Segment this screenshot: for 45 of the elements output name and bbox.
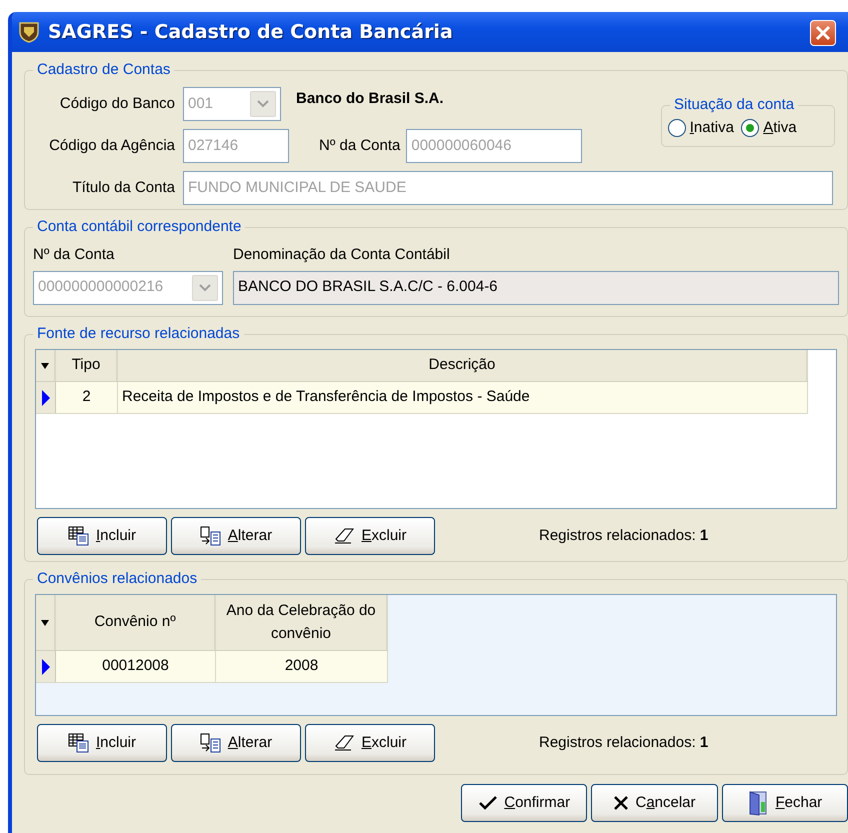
field-label: Nº da Conta bbox=[33, 245, 116, 265]
table-cell: Receita de Impostos e de Transferência de Impostos - Saúde bbox=[118, 382, 808, 413]
action-button[interactable]: Alterar bbox=[171, 517, 301, 555]
chevron-down-icon bbox=[257, 100, 269, 108]
input-field[interactable]: BANCO DO BRASIL S.A.C/C - 6.004-6 bbox=[233, 270, 839, 304]
table-icon bbox=[68, 526, 90, 546]
check-icon bbox=[478, 795, 498, 811]
dropdown-arrow-icon[interactable] bbox=[41, 362, 49, 368]
field-label: Denominação da Conta Contábil bbox=[233, 245, 451, 265]
eraser-icon bbox=[333, 734, 356, 752]
edit-icon bbox=[200, 733, 222, 753]
action-button[interactable]: Cancelar bbox=[591, 784, 718, 822]
action-button[interactable]: Incluir bbox=[37, 517, 167, 555]
field-label: Título da Conta bbox=[71, 178, 175, 198]
table-cell: 00012008 bbox=[56, 651, 216, 682]
section-legend: Situação da conta bbox=[670, 96, 798, 114]
table-cell: 2 bbox=[56, 382, 118, 413]
table-icon bbox=[68, 733, 90, 753]
action-button[interactable]: Confirmar bbox=[461, 784, 588, 822]
radio-option[interactable]: Ativa bbox=[741, 117, 797, 140]
dropdown-arrow-icon[interactable] bbox=[41, 620, 49, 626]
radio-button[interactable] bbox=[668, 119, 686, 138]
edit-icon bbox=[200, 526, 222, 546]
action-button[interactable]: Fechar bbox=[722, 784, 848, 822]
action-button[interactable]: Incluir bbox=[37, 724, 167, 762]
field-label: Nº da Conta bbox=[319, 136, 400, 156]
radio-option[interactable]: Inativa bbox=[668, 117, 734, 140]
close-button[interactable] bbox=[810, 20, 836, 46]
field-label: Código do Banco bbox=[58, 94, 175, 114]
bank-name: Banco do Brasil S.A. bbox=[296, 88, 444, 109]
close-icon bbox=[613, 795, 630, 811]
record-count: Registros relacionados: 1 bbox=[539, 526, 708, 546]
radio-button[interactable] bbox=[741, 119, 760, 138]
action-button[interactable]: Alterar bbox=[171, 724, 301, 762]
table-cell: 2008 bbox=[216, 651, 388, 682]
eraser-icon bbox=[333, 527, 356, 545]
chevron-down-icon bbox=[199, 284, 211, 292]
shield-icon bbox=[18, 21, 40, 43]
field-label: Código da Agência bbox=[48, 136, 175, 156]
door-icon bbox=[747, 790, 770, 816]
section-legend: Conta contábil correspondente bbox=[33, 218, 246, 236]
record-count: Registros relacionados: 1 bbox=[539, 732, 708, 753]
window-title: SAGRES - Cadastro de Conta Bancária bbox=[48, 20, 453, 45]
action-button[interactable]: Excluir bbox=[305, 517, 435, 555]
action-button[interactable]: Excluir bbox=[305, 724, 435, 762]
